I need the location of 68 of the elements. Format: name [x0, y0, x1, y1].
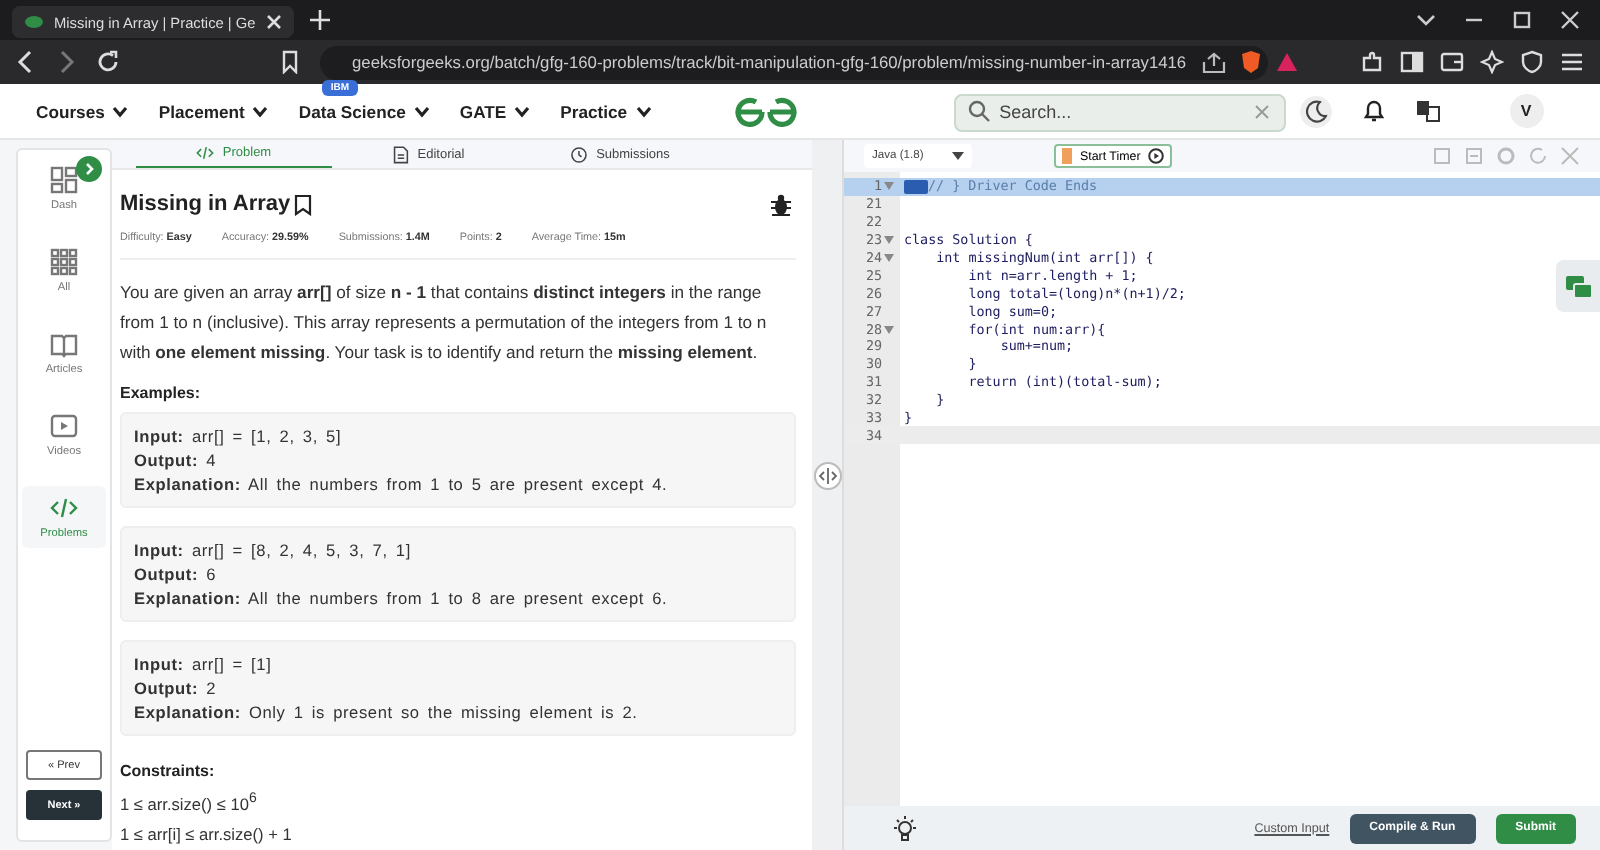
example-text: Explanation: Only 1 is present so the missing element is 2. — [134, 700, 640, 724]
dashboard-icon — [50, 166, 78, 194]
close-icon[interactable] — [265, 14, 282, 30]
chat-button[interactable] — [1556, 260, 1600, 312]
example-text: Output: 2 — [134, 676, 219, 700]
maximize-icon[interactable] — [1512, 10, 1532, 30]
chevron-down-icon — [514, 105, 531, 117]
section-heading: Examples: — [120, 384, 203, 402]
clock-icon — [570, 145, 589, 163]
chevron-down-icon — [252, 105, 269, 117]
problem-description: You are given an array arr[] of size n - 1 that contains distinct integers in the range from 1 to n (inclusive). This array represents a permutation of the integers from 1 to n with one element missing. Your task is to identify and return the missing element. — [120, 280, 769, 366]
constraint-text: 1 ≤ arr.size() ≤ 10$^{6}$ — [120, 790, 259, 818]
example-text: Input: arr[] = [8, 2, 4, 5, 3, 7, 1] — [134, 538, 413, 562]
video-icon — [50, 412, 78, 440]
wallet-icon[interactable] — [1440, 50, 1464, 74]
share-icon[interactable] — [1202, 51, 1227, 73]
chevron-down-icon — [413, 105, 430, 117]
reload-icon[interactable] — [96, 50, 120, 74]
resize-handle-icon[interactable] — [814, 462, 842, 490]
fold-arrow-icon[interactable] — [884, 325, 894, 334]
chat-icon — [1565, 275, 1591, 297]
expand-icon[interactable] — [76, 156, 102, 182]
search-icon — [967, 100, 990, 122]
sparkle-icon[interactable] — [1480, 50, 1504, 74]
example-text: Output: 4 — [134, 448, 219, 472]
code-icon — [196, 144, 215, 162]
puzzle-icon[interactable] — [1360, 50, 1384, 74]
example-text: Explanation: All the numbers from 1 to 5 are present except 4. — [134, 472, 670, 496]
lightbulb-icon[interactable] — [892, 815, 918, 841]
sidebar-icon[interactable] — [1400, 50, 1424, 74]
example-text: Output: 6 — [134, 562, 219, 586]
nav-menu-item[interactable]: GATE — [459, 101, 507, 121]
new-tab-icon[interactable] — [309, 10, 330, 30]
forward-icon[interactable] — [56, 50, 76, 74]
avatar[interactable]: V — [1509, 94, 1544, 128]
nav-menu-item[interactable]: Courses — [36, 101, 105, 121]
play-icon — [1148, 148, 1165, 164]
shield-icon[interactable] — [1520, 50, 1544, 74]
code-icon — [50, 494, 78, 522]
bookmark-icon[interactable] — [294, 193, 313, 215]
example-text: Explanation: All the numbers from 1 to 8 are present except 6. — [134, 586, 670, 610]
chevron-down-icon — [112, 105, 129, 117]
book-icon — [50, 330, 78, 358]
constraint-text: 1 ≤ arr[i] ≤ arr.size() + 1 — [120, 822, 294, 848]
problem-title: Missing in Array — [120, 192, 291, 216]
grid-icon — [50, 248, 78, 276]
search-field[interactable]: Search... — [953, 93, 1286, 131]
menu-icon[interactable] — [1560, 50, 1584, 74]
triangle-icon[interactable] — [1276, 52, 1299, 72]
example-text: Input: arr[] = [1] — [134, 652, 274, 676]
nav-menu-item[interactable]: Data Science — [298, 101, 406, 121]
bug-icon[interactable] — [770, 193, 792, 215]
back-icon[interactable] — [16, 50, 36, 74]
nav-menu-item[interactable]: Practice — [560, 101, 628, 121]
section-heading: Constraints: — [120, 762, 217, 780]
fold-arrow-icon[interactable] — [884, 236, 894, 245]
chevron-down-icon[interactable] — [1416, 12, 1436, 28]
bell-icon[interactable] — [1361, 98, 1386, 124]
fold-arrow-icon[interactable] — [884, 254, 894, 262]
document-icon — [391, 145, 410, 163]
logo-icon[interactable] — [731, 95, 800, 127]
dropdown-icon — [952, 152, 964, 160]
close-icon[interactable] — [1560, 10, 1580, 30]
chevron-down-icon — [635, 105, 652, 117]
moon-icon[interactable] — [1299, 95, 1332, 127]
nav-menu-item[interactable]: Placement — [158, 101, 245, 121]
favicon-icon — [24, 14, 44, 30]
example-text: Input: arr[] = [1, 2, 3, 5] — [134, 424, 344, 448]
